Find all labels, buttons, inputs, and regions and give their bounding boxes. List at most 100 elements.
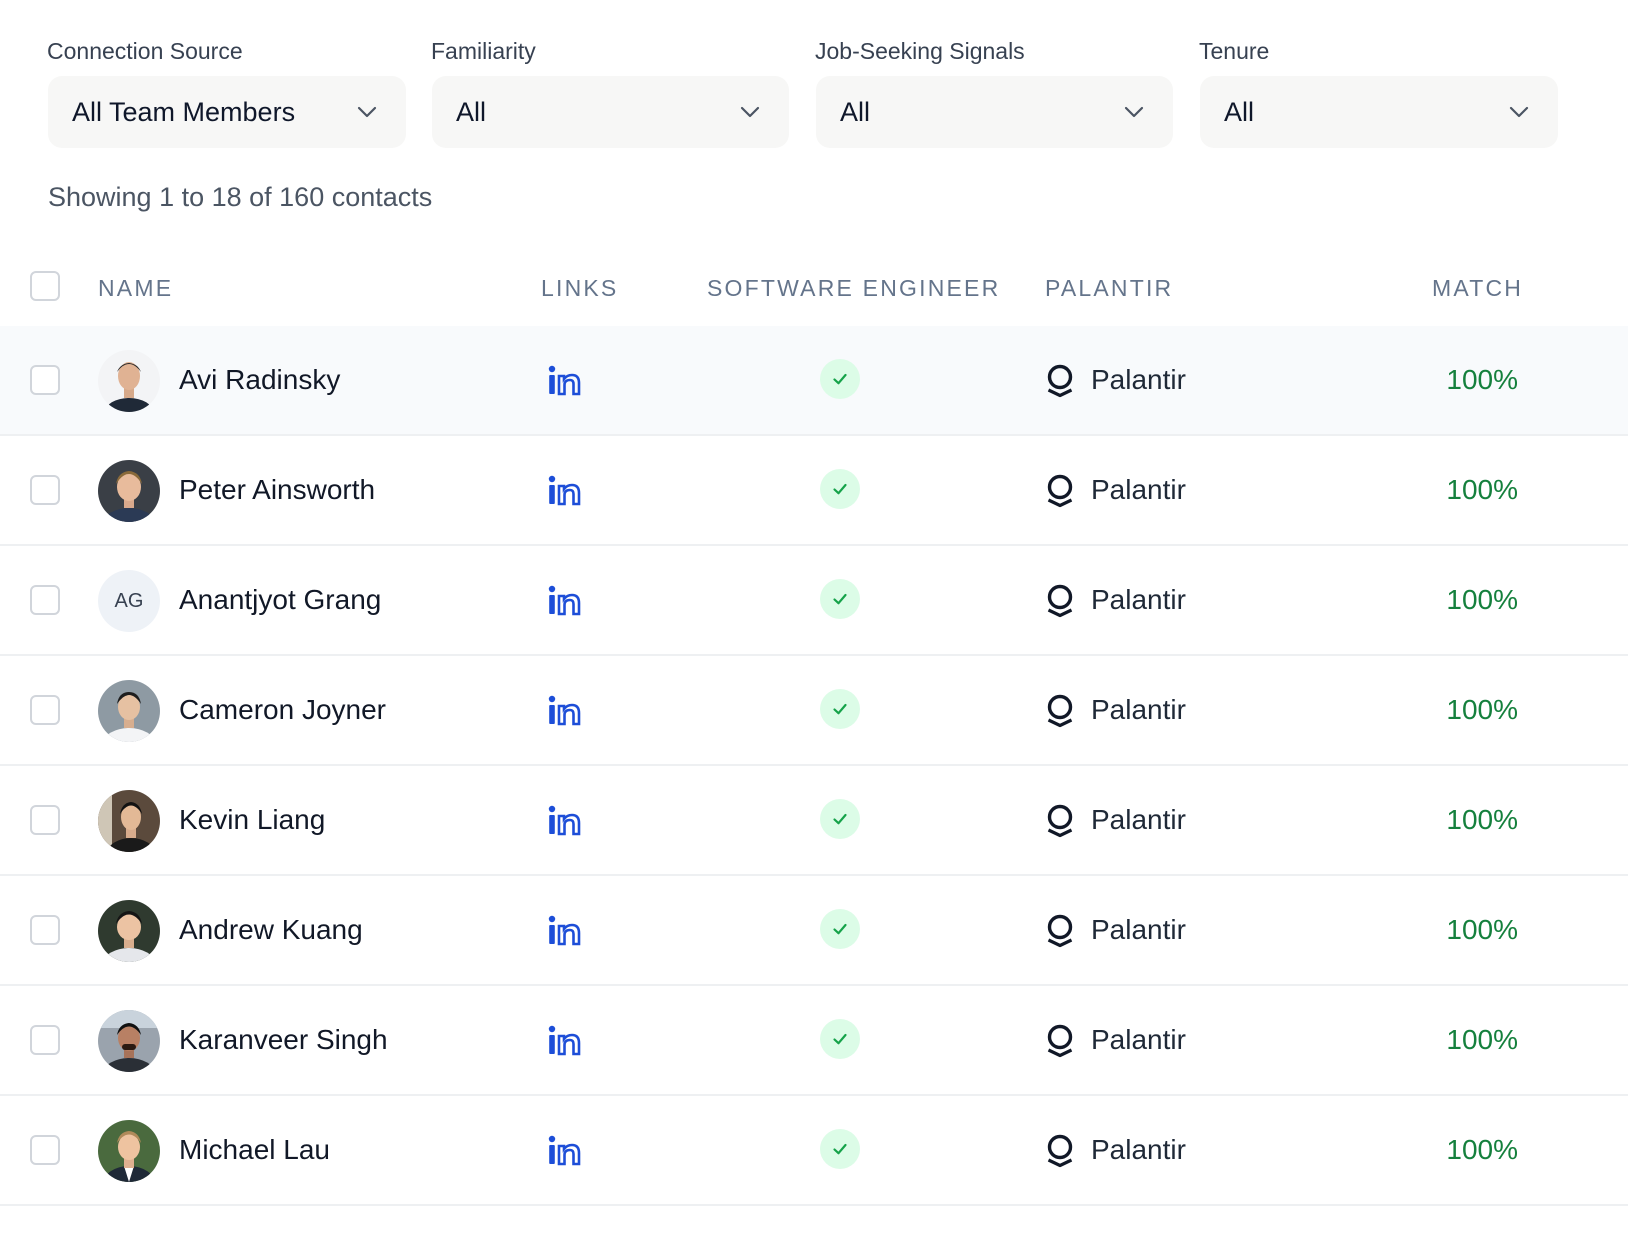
chevron-down-icon (357, 106, 377, 118)
company-name: Palantir (1091, 914, 1186, 945)
table-header: NAME LINKS SOFTWARE ENGINEER PALANTIR MA… (0, 250, 1628, 328)
column-header-match[interactable]: MATCH (1432, 250, 1523, 326)
table-row[interactable]: Cameron Joyner Palantir 100% (0, 656, 1628, 766)
filter-bar: Connection Source All Team Members Famil… (0, 0, 1628, 160)
check-icon (820, 359, 860, 399)
contact-name[interactable]: Andrew Kuang (179, 876, 363, 984)
job-seeking-signals-select[interactable]: All (816, 76, 1173, 148)
table-row[interactable]: Andrew Kuang Palantir 100% (0, 876, 1628, 986)
select-value: All (840, 96, 871, 127)
company-name: Palantir (1091, 364, 1186, 395)
palantir-logo-icon (1046, 694, 1074, 728)
palantir-logo-icon (1046, 1024, 1074, 1058)
avatar: AG (98, 570, 160, 632)
palantir-logo-icon (1046, 584, 1074, 618)
avatar (98, 1120, 160, 1182)
row-checkbox[interactable] (30, 805, 60, 835)
contact-name[interactable]: Cameron Joyner (179, 656, 386, 764)
linkedin-icon[interactable] (547, 364, 581, 396)
match-score: 100% (1446, 1024, 1518, 1055)
table-row[interactable]: Kevin Liang Palantir 100% (0, 766, 1628, 876)
filter-familiarity: Familiarity All (430, 36, 790, 148)
chevron-down-icon (1124, 106, 1144, 118)
chevron-down-icon (740, 106, 760, 118)
select-all-checkbox[interactable] (30, 271, 60, 301)
column-header-role[interactable]: SOFTWARE ENGINEER (707, 250, 1000, 326)
company-name: Palantir (1091, 1024, 1186, 1055)
row-checkbox[interactable] (30, 475, 60, 505)
palantir-logo-icon (1046, 474, 1074, 508)
match-score: 100% (1446, 694, 1518, 725)
avatar (98, 680, 160, 742)
check-icon (820, 469, 860, 509)
row-checkbox[interactable] (30, 365, 60, 395)
check-icon (820, 689, 860, 729)
match-score: 100% (1446, 804, 1518, 835)
filter-label: Familiarity (431, 38, 536, 64)
avatar (98, 460, 160, 522)
linkedin-icon[interactable] (547, 584, 581, 616)
linkedin-icon[interactable] (547, 1024, 581, 1056)
contact-name[interactable]: Anantjyot Grang (179, 546, 381, 654)
table-row[interactable]: Peter Ainsworth Palantir 100% (0, 436, 1628, 546)
linkedin-icon[interactable] (547, 1134, 581, 1166)
avatar (98, 350, 160, 412)
tenure-select[interactable]: All (1200, 76, 1558, 148)
avatar-initials: AG (114, 589, 144, 612)
row-checkbox[interactable] (30, 1025, 60, 1055)
palantir-logo-icon (1046, 914, 1074, 948)
avatar (98, 1010, 160, 1072)
filter-tenure: Tenure All (1198, 36, 1558, 148)
check-icon (820, 799, 860, 839)
filter-label: Tenure (1199, 38, 1270, 64)
row-checkbox[interactable] (30, 1135, 60, 1165)
filter-connection-source: Connection Source All Team Members (46, 36, 406, 148)
contact-name[interactable]: Avi Radinsky (179, 326, 340, 434)
table-row[interactable]: Karanveer Singh Palantir 100% (0, 986, 1628, 1096)
check-icon (820, 909, 860, 949)
chevron-down-icon (1509, 106, 1529, 118)
company-name: Palantir (1091, 584, 1186, 615)
contact-name[interactable]: Kevin Liang (179, 766, 325, 874)
table-row[interactable]: Avi Radinsky Palantir 100% (0, 326, 1628, 436)
select-value: All (1224, 96, 1255, 127)
connection-source-select[interactable]: All Team Members (48, 76, 406, 148)
palantir-logo-icon (1046, 804, 1074, 838)
filter-label: Connection Source (47, 38, 243, 64)
check-icon (820, 1019, 860, 1059)
select-value: All (456, 96, 487, 127)
contact-name[interactable]: Michael Lau (179, 1096, 330, 1204)
linkedin-icon[interactable] (547, 804, 581, 836)
linkedin-icon[interactable] (547, 694, 581, 726)
check-icon (820, 579, 860, 619)
table-row[interactable]: Michael Lau Palantir 100% (0, 1096, 1628, 1206)
linkedin-icon[interactable] (547, 914, 581, 946)
column-header-links: LINKS (541, 275, 619, 301)
avatar (98, 790, 160, 852)
column-header-name[interactable]: NAME (98, 250, 173, 326)
palantir-logo-icon (1046, 1134, 1074, 1168)
row-checkbox[interactable] (30, 695, 60, 725)
company-name: Palantir (1091, 1134, 1186, 1165)
match-score: 100% (1446, 584, 1518, 615)
row-checkbox[interactable] (30, 915, 60, 945)
column-header-company[interactable]: PALANTIR (1045, 250, 1173, 326)
company-name: Palantir (1091, 474, 1186, 505)
palantir-logo-icon (1046, 364, 1074, 398)
avatar (98, 900, 160, 962)
match-score: 100% (1446, 914, 1518, 945)
company-name: Palantir (1091, 804, 1186, 835)
contact-name[interactable]: Karanveer Singh (179, 986, 388, 1094)
filter-label: Job-Seeking Signals (815, 38, 1025, 64)
linkedin-icon[interactable] (547, 474, 581, 506)
company-name: Palantir (1091, 694, 1186, 725)
select-value: All Team Members (72, 96, 296, 127)
contact-name[interactable]: Peter Ainsworth (179, 436, 375, 544)
filter-job-seeking-signals: Job-Seeking Signals All (814, 36, 1174, 148)
match-score: 100% (1446, 1134, 1518, 1165)
row-checkbox[interactable] (30, 585, 60, 615)
table-row[interactable]: AG Anantjyot Grang Palantir 100% (0, 546, 1628, 656)
match-score: 100% (1446, 364, 1518, 395)
check-icon (820, 1129, 860, 1169)
familiarity-select[interactable]: All (432, 76, 789, 148)
